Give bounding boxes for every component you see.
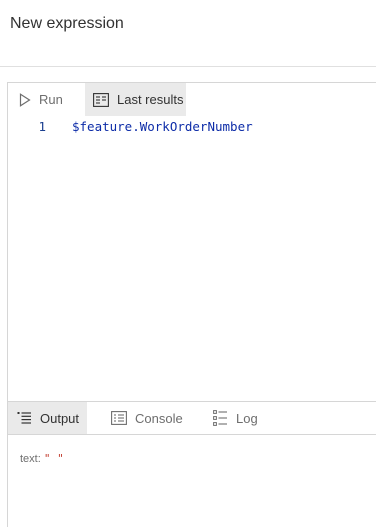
dialog-header: New expression	[0, 0, 376, 67]
tab-output-label: Output	[40, 410, 80, 426]
page-title: New expression	[10, 15, 124, 32]
result-value: " "	[43, 452, 64, 465]
log-icon	[213, 410, 227, 426]
console-icon	[111, 411, 127, 425]
tab-log-label: Log	[236, 410, 258, 426]
output-result: text: " "	[20, 452, 64, 465]
result-key: text:	[20, 453, 41, 465]
code-line: 1 $feature.WorkOrderNumber	[8, 119, 253, 137]
results-icon	[93, 92, 109, 107]
output-tab-bar: Output Console Log	[8, 401, 376, 435]
expression-panel: Run Last results 1 $feature.WorkOrderNum…	[7, 82, 376, 527]
code-editor[interactable]: 1 $feature.WorkOrderNumber	[8, 117, 376, 401]
play-icon	[19, 92, 31, 107]
code-text[interactable]: $feature.WorkOrderNumber	[72, 119, 253, 137]
tab-console[interactable]: Console	[111, 402, 183, 434]
last-results-label: Last results	[117, 92, 184, 107]
list-icon	[17, 412, 31, 424]
line-number: 1	[38, 119, 46, 134]
last-results-button[interactable]: Last results	[85, 83, 186, 116]
tab-output[interactable]: Output	[8, 402, 87, 434]
run-button[interactable]: Run	[8, 83, 85, 116]
editor-toolbar: Run Last results	[8, 83, 376, 116]
tab-console-label: Console	[135, 410, 183, 426]
run-label: Run	[39, 92, 63, 107]
tab-log[interactable]: Log	[213, 402, 258, 434]
